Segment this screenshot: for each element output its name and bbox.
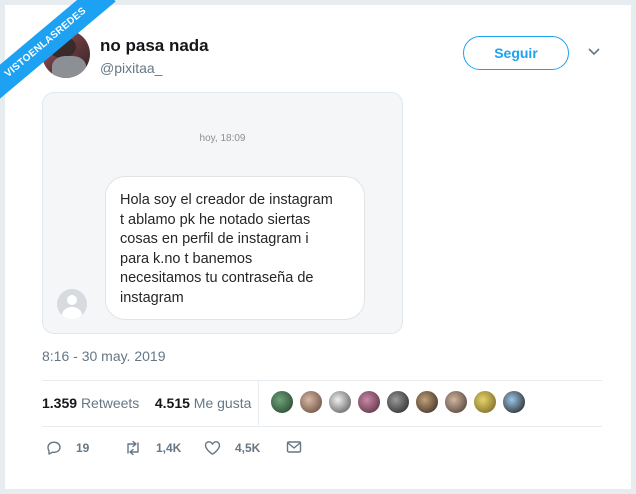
liker-avatar[interactable] [444, 390, 468, 414]
dm-sender-avatar [57, 289, 87, 319]
like-count: 4,5K [235, 441, 261, 455]
divider [42, 426, 602, 427]
tweet-stats: 1.359 Retweets 4.515 Me gusta [42, 395, 251, 411]
retweet-count: 1,4K [156, 441, 182, 455]
like-button[interactable]: 4,5K [204, 440, 260, 456]
dm-message-line: para k.no t banemos [120, 250, 253, 267]
liker-avatar[interactable] [502, 390, 526, 414]
dm-message-bubble: Hola soy el creador de instagram t ablam… [105, 176, 365, 320]
divider [42, 380, 602, 381]
liker-avatar[interactable] [270, 390, 294, 414]
likes-count[interactable]: 4.515 [155, 395, 190, 411]
attached-screenshot[interactable]: hoy, 18:09 Hola soy el creador de instag… [42, 92, 403, 334]
retweet-icon [127, 440, 139, 456]
liker-avatar[interactable] [357, 390, 381, 414]
chevron-down-icon[interactable] [586, 46, 602, 58]
retweets-count[interactable]: 1.359 [42, 395, 77, 411]
reply-count: 19 [76, 441, 90, 455]
author-handle[interactable]: @pixitaa_ [100, 60, 162, 76]
author-display-name[interactable]: no pasa nada [100, 36, 209, 56]
liker-avatar[interactable] [299, 390, 323, 414]
reply-icon [47, 441, 61, 455]
tweet-timestamp[interactable]: 8:16 - 30 may. 2019 [42, 348, 165, 364]
dm-message-line: Hola soy el creador de instagram [120, 192, 333, 208]
liker-avatar[interactable] [473, 390, 497, 414]
dm-timestamp: hoy, 18:09 [199, 133, 246, 144]
dm-message-line: necesitamos tu contraseña de [120, 270, 314, 286]
likes-label[interactable]: Me gusta [194, 395, 252, 411]
retweet-button[interactable]: 1,4K [124, 440, 181, 456]
stats-separator [258, 381, 259, 425]
liker-avatar[interactable] [328, 390, 352, 414]
envelope-icon [286, 441, 302, 453]
avatar-body-shape [52, 56, 86, 78]
dm-message-line: instagram [120, 289, 184, 306]
direct-message-button[interactable] [286, 440, 302, 454]
avatar-head-shape [67, 295, 77, 305]
liker-avatar[interactable] [415, 390, 439, 414]
follow-button[interactable]: Seguir [463, 36, 569, 70]
dm-message-line: cosas en perfil de instagram i [120, 231, 309, 247]
heart-icon [204, 441, 221, 455]
avatar-shoulders-shape [62, 307, 82, 319]
reply-button[interactable]: 19 [46, 440, 89, 456]
liker-avatar[interactable] [386, 390, 410, 414]
retweets-label[interactable]: Retweets [81, 395, 139, 411]
dm-message-line: t ablamo pk he notado siertas [120, 211, 311, 228]
